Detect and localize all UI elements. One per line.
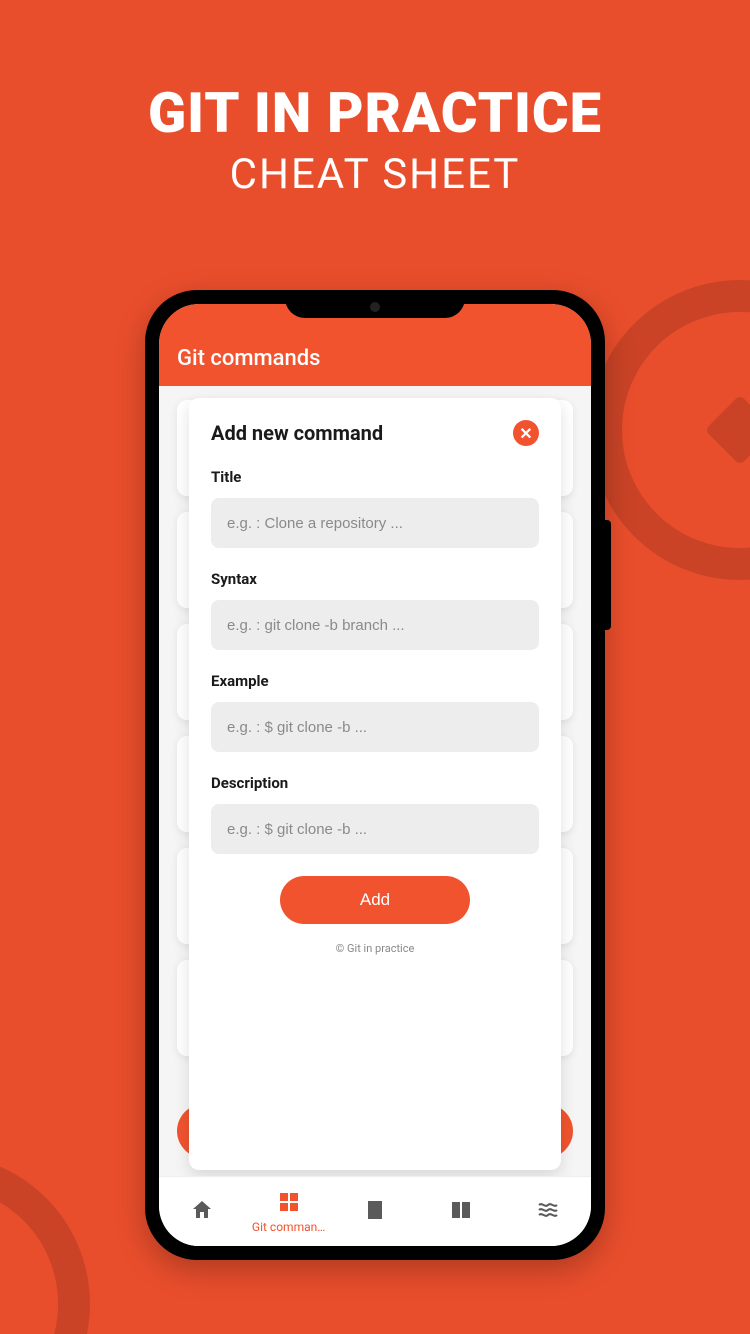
nav-more[interactable] [505,1177,591,1246]
book-icon [449,1198,473,1226]
modal-credit: © Git in practice [211,942,539,955]
add-command-modal: Add new command ✕ Title Syntax Example D… [189,398,561,1170]
syntax-input[interactable] [211,600,539,650]
promo-title: GIT IN PRACTICE [0,80,750,146]
close-icon: ✕ [519,424,532,443]
grid-icon [277,1190,301,1218]
screen-content: Add new command ✕ Title Syntax Example D… [159,386,591,1176]
phone-screen: Git commands Add new command ✕ Title Syn… [159,304,591,1246]
background-decoration-left [0,1154,90,1334]
promo-header: GIT IN PRACTICE CHEAT SHEET [0,0,750,199]
nav-notes[interactable] [332,1177,418,1246]
home-icon [190,1198,214,1226]
title-input[interactable] [211,498,539,548]
close-button[interactable]: ✕ [513,420,539,446]
promo-subtitle: CHEAT SHEET [0,150,750,199]
note-icon [363,1198,387,1226]
nav-book[interactable] [418,1177,504,1246]
example-input[interactable] [211,702,539,752]
app-bar-title: Git commands [177,346,321,371]
nav-home[interactable] [159,1177,245,1246]
description-input[interactable] [211,804,539,854]
background-decoration-right [590,280,750,580]
description-label: Description [211,774,539,792]
nav-label: Git comman… [252,1220,325,1234]
bottom-nav: Git comman… [159,1176,591,1246]
title-label: Title [211,468,539,486]
nav-git-commands[interactable]: Git comman… [245,1177,331,1246]
add-button[interactable]: Add [280,876,470,924]
phone-frame: Git commands Add new command ✕ Title Syn… [145,290,605,1260]
modal-title: Add new command [211,421,383,445]
syntax-label: Syntax [211,570,539,588]
phone-notch [285,290,465,318]
example-label: Example [211,672,539,690]
waves-icon [536,1198,560,1226]
app-bar: Git commands [159,330,591,386]
